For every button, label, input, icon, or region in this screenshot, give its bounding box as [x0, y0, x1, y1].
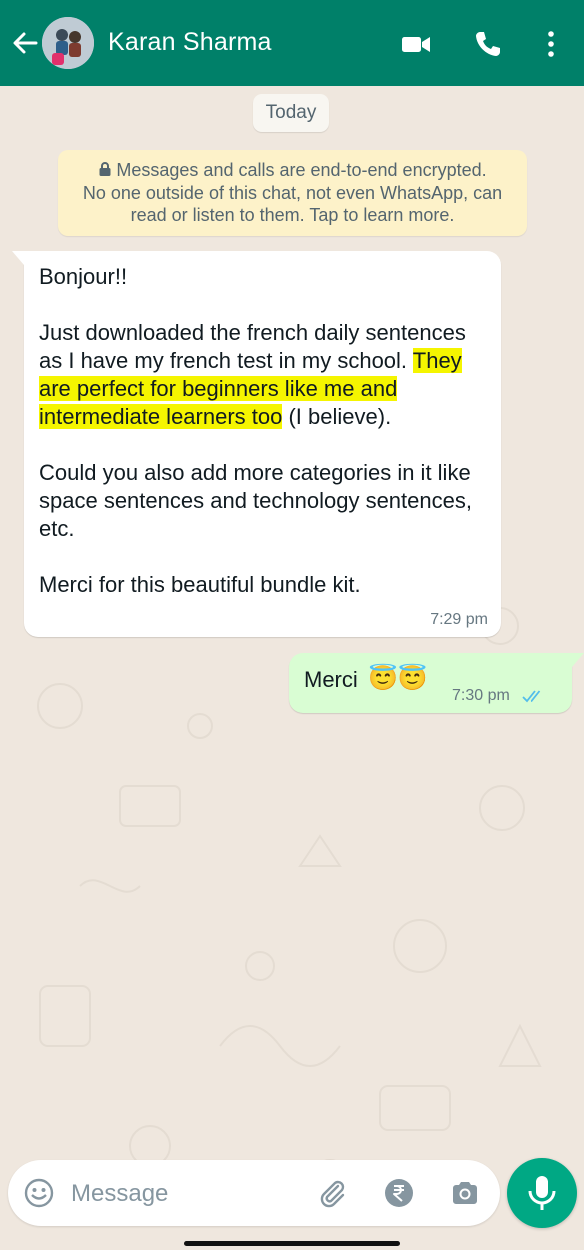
message-paragraph-4: Merci for this beautiful bundle kit. [39, 572, 361, 597]
emoji-icon[interactable] [23, 1177, 55, 1209]
date-chip: Today [253, 94, 329, 132]
message-paragraph-2: Just downloaded the french daily sentenc… [39, 319, 489, 431]
outgoing-message-time: 7:30 pm [452, 687, 510, 704]
paragraph-2-end: (I believe). [282, 404, 392, 429]
encryption-line-2: No one outside of this chat, not even Wh… [82, 182, 503, 203]
back-arrow-icon[interactable] [10, 28, 40, 58]
outgoing-message-text: Merci [304, 667, 358, 692]
avatar[interactable] [42, 17, 94, 69]
incoming-message-text: Bonjour!! Just downloaded the french dai… [39, 263, 489, 599]
attach-icon[interactable] [317, 1177, 349, 1209]
message-greeting: Bonjour!! [39, 264, 128, 289]
message-input[interactable]: Message [71, 1180, 168, 1208]
halo-smile-emoji: 😇😇 [368, 665, 428, 692]
more-options-icon[interactable] [535, 28, 567, 60]
incoming-message-time: 7:29 pm [430, 611, 488, 628]
chat-area[interactable]: Today Messages and calls are end-to-end … [0, 86, 584, 1250]
mic-icon [528, 1176, 556, 1210]
chat-header: Karan Sharma [0, 0, 584, 86]
encryption-line-3: read or listen to them. Tap to learn mor… [130, 205, 455, 225]
voice-record-button[interactable] [507, 1158, 577, 1228]
camera-icon[interactable] [449, 1177, 481, 1209]
read-receipt-ticks-icon [522, 690, 541, 703]
avatar-image-icon [42, 17, 94, 69]
lock-icon [99, 162, 111, 176]
message-composer: Message [8, 1160, 500, 1226]
home-indicator [184, 1241, 400, 1246]
rupee-payment-icon[interactable] [383, 1177, 415, 1209]
encryption-notice[interactable]: Messages and calls are end-to-end encryp… [58, 150, 527, 236]
message-paragraph-3: Could you also add more categories in it… [39, 460, 472, 541]
outgoing-message-bubble[interactable]: Merci 😇😇 7:30 pm [289, 653, 584, 713]
incoming-message-bubble[interactable]: Bonjour!! Just downloaded the french dai… [12, 251, 501, 637]
video-call-icon[interactable] [400, 28, 432, 60]
paragraph-2-start: Just downloaded the french daily sentenc… [39, 320, 466, 373]
encryption-line-1: Messages and calls are end-to-end encryp… [116, 160, 487, 180]
voice-call-icon[interactable] [472, 28, 504, 60]
contact-name[interactable]: Karan Sharma [108, 28, 272, 57]
